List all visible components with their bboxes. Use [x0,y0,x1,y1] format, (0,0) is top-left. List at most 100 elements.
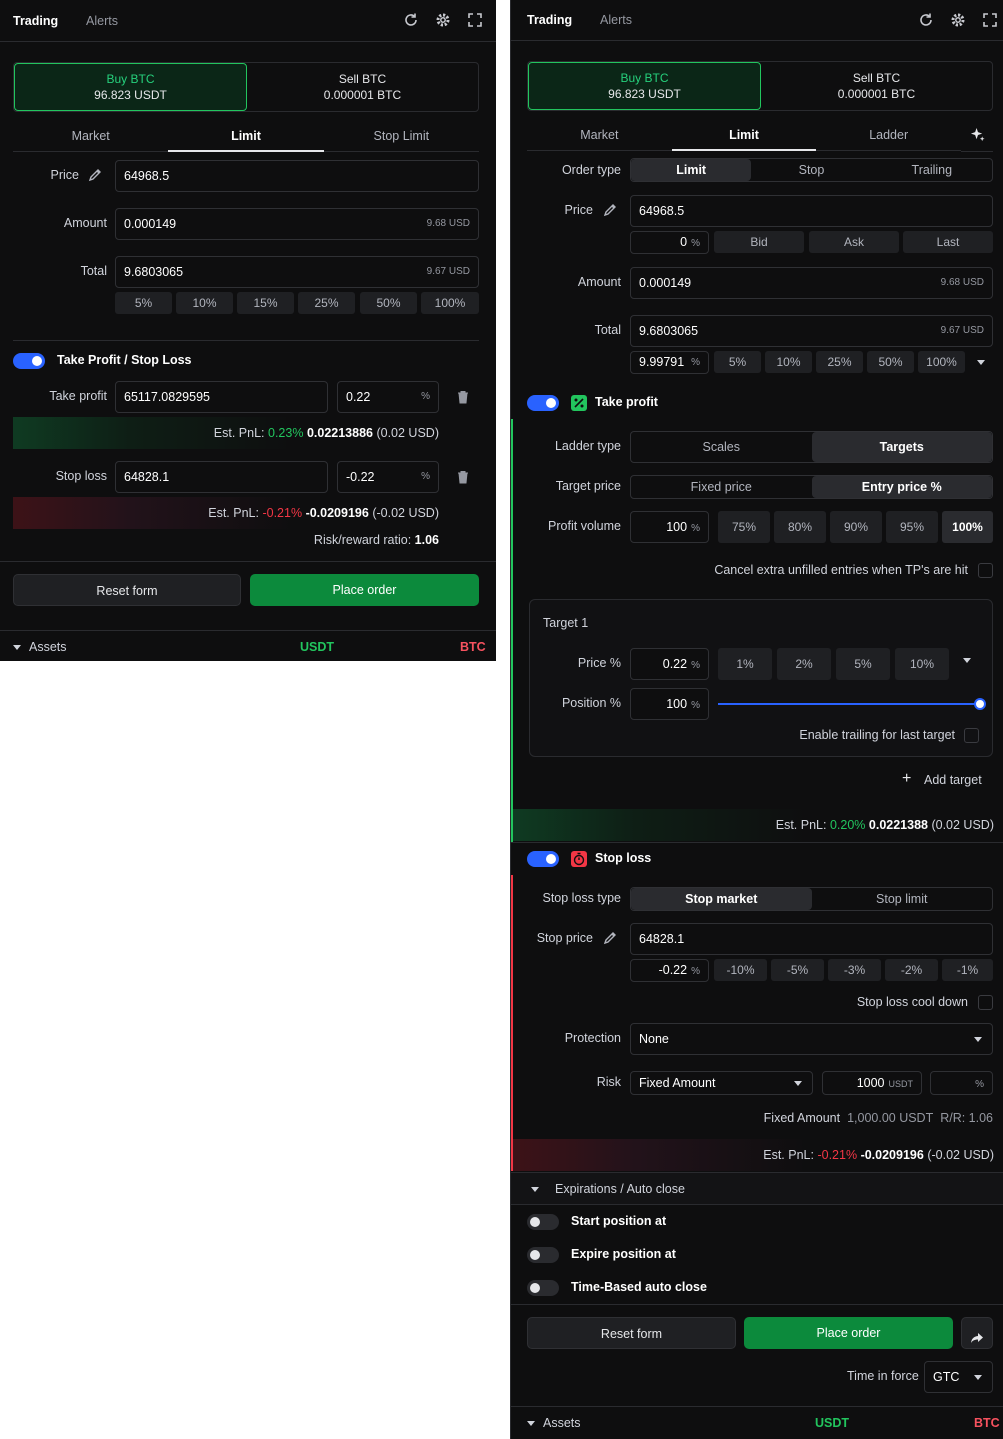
stop-chip[interactable]: -2% [885,959,938,981]
position-pct-input[interactable]: 100% [630,688,709,720]
sell-button[interactable]: Sell BTC 0.000001 BTC [247,63,478,111]
target-fixed-price[interactable]: Fixed price [631,476,812,498]
amount-input[interactable]: 0.000149 9.68 USD [630,267,993,299]
total-input[interactable]: 9.6803065 9.67 USD [630,315,993,347]
target-price-pct-input[interactable]: 0.22% [630,648,709,680]
stop-chip[interactable]: -1% [942,959,993,981]
sparkle-icon[interactable] [970,127,985,142]
trash-icon[interactable] [457,470,469,484]
total-input[interactable]: 9.6803065 9.67 USD [115,256,479,288]
stop-offset-input[interactable]: -0.22% [630,959,709,982]
ask-button[interactable]: Ask [809,231,899,253]
ladder-targets[interactable]: Targets [811,432,992,462]
tab-limit[interactable]: Limit [168,120,324,152]
volume-chip-selected[interactable]: 100% [942,511,993,543]
position-slider-track[interactable] [718,698,986,710]
assets-footer[interactable]: Assets USDT BTC [511,1406,1003,1439]
volume-chip[interactable]: 90% [830,511,882,543]
eyedropper-icon[interactable] [603,931,617,945]
target-entry-pct[interactable]: Entry price % [811,476,992,498]
fullscreen-icon[interactable] [982,12,998,28]
stop-chip[interactable]: -10% [714,959,767,981]
reset-form-button[interactable]: Reset form [527,1317,736,1349]
order-type-limit[interactable]: Limit [631,159,752,181]
target-chip[interactable]: 1% [718,648,772,680]
buy-button[interactable]: Buy BTC 96.823 USDT [14,63,247,111]
risk-pct-input[interactable]: % [930,1071,993,1095]
order-type-stop[interactable]: Stop [751,159,871,181]
bid-button[interactable]: Bid [714,231,804,253]
position-slider-handle[interactable] [974,698,986,710]
target-chip[interactable]: 2% [777,648,831,680]
refresh-icon[interactable] [918,12,934,28]
eyedropper-icon[interactable] [88,168,102,182]
volume-chip[interactable]: 95% [886,511,938,543]
expire-position-toggle[interactable] [527,1247,559,1263]
stop-chip[interactable]: -5% [771,959,824,981]
order-type-trailing[interactable]: Trailing [872,159,992,181]
tab-limit[interactable]: Limit [671,119,817,151]
percent-chip[interactable]: 50% [360,292,417,314]
percent-chip[interactable]: 25% [298,292,355,314]
tab-stop-limit[interactable]: Stop Limit [324,120,479,151]
add-target-button[interactable]: Add target [924,773,982,787]
percent-chip[interactable]: 10% [765,351,812,373]
stop-chip[interactable]: -3% [828,959,881,981]
percent-chip[interactable]: 50% [867,351,914,373]
profit-volume-input[interactable]: 100% [630,511,709,543]
price-offset-input[interactable]: 0% [630,231,709,254]
start-position-toggle[interactable] [527,1214,559,1230]
percent-chip[interactable]: 5% [115,292,172,314]
trash-icon[interactable] [457,390,469,404]
tif-select[interactable]: GTC [924,1361,993,1393]
stop-market-option[interactable]: Stop market [631,888,812,910]
fullscreen-icon[interactable] [467,12,483,28]
time-based-close-toggle[interactable] [527,1280,559,1296]
take-profit-toggle[interactable] [527,395,559,411]
price-input[interactable]: 64968.5 [630,195,993,227]
tab-alerts[interactable]: Alerts [600,13,632,27]
chevron-down-icon[interactable] [977,360,985,365]
percent-chip[interactable]: 10% [176,292,233,314]
ladder-scales[interactable]: Scales [631,432,812,462]
tpsl-toggle[interactable] [13,353,45,369]
tab-trading[interactable]: Trading [527,13,572,27]
take-profit-pct-input[interactable]: 0.22% [337,381,439,413]
reset-form-button[interactable]: Reset form [13,574,241,606]
tab-market[interactable]: Market [527,119,672,150]
eyedropper-icon[interactable] [603,203,617,217]
expirations-header[interactable]: Expirations / Auto close [511,1172,1003,1205]
cancel-entries-checkbox[interactable] [978,563,993,578]
target-chip[interactable]: 10% [895,648,949,680]
stop-limit-option[interactable]: Stop limit [812,888,993,910]
chevron-down-icon[interactable] [963,658,971,663]
percent-chip[interactable]: 15% [237,292,294,314]
stop-price-input[interactable]: 64828.1 [630,923,993,955]
gear-icon[interactable] [950,12,966,28]
place-order-button[interactable]: Place order [250,574,479,606]
target-chip[interactable]: 5% [836,648,890,680]
stop-loss-input[interactable]: 64828.1 [115,461,328,493]
stop-loss-toggle[interactable] [527,851,559,867]
enable-trailing-checkbox[interactable] [964,728,979,743]
volume-chip[interactable]: 75% [718,511,770,543]
last-button[interactable]: Last [903,231,993,253]
cooldown-checkbox[interactable] [978,995,993,1010]
tab-alerts[interactable]: Alerts [86,14,118,28]
amount-input[interactable]: 0.000149 9.68 USD [115,208,479,240]
protection-select[interactable]: None [630,1023,993,1055]
gear-icon[interactable] [435,12,451,28]
place-order-button[interactable]: Place order [744,1317,953,1349]
assets-footer[interactable]: Assets USDT BTC [0,630,496,661]
percent-chip[interactable]: 5% [714,351,761,373]
volume-chip[interactable]: 80% [774,511,826,543]
risk-mode-select[interactable]: Fixed Amount [630,1071,813,1095]
take-profit-input[interactable]: 65117.0829595 [115,381,328,413]
price-input[interactable]: 64968.5 [115,160,479,192]
percent-chip[interactable]: 25% [816,351,863,373]
tab-market[interactable]: Market [13,120,168,151]
tab-ladder[interactable]: Ladder [816,119,961,150]
sell-button[interactable]: Sell BTC 0.000001 BTC [761,62,992,110]
percent-chip[interactable]: 100% [918,351,965,373]
refresh-icon[interactable] [403,12,419,28]
